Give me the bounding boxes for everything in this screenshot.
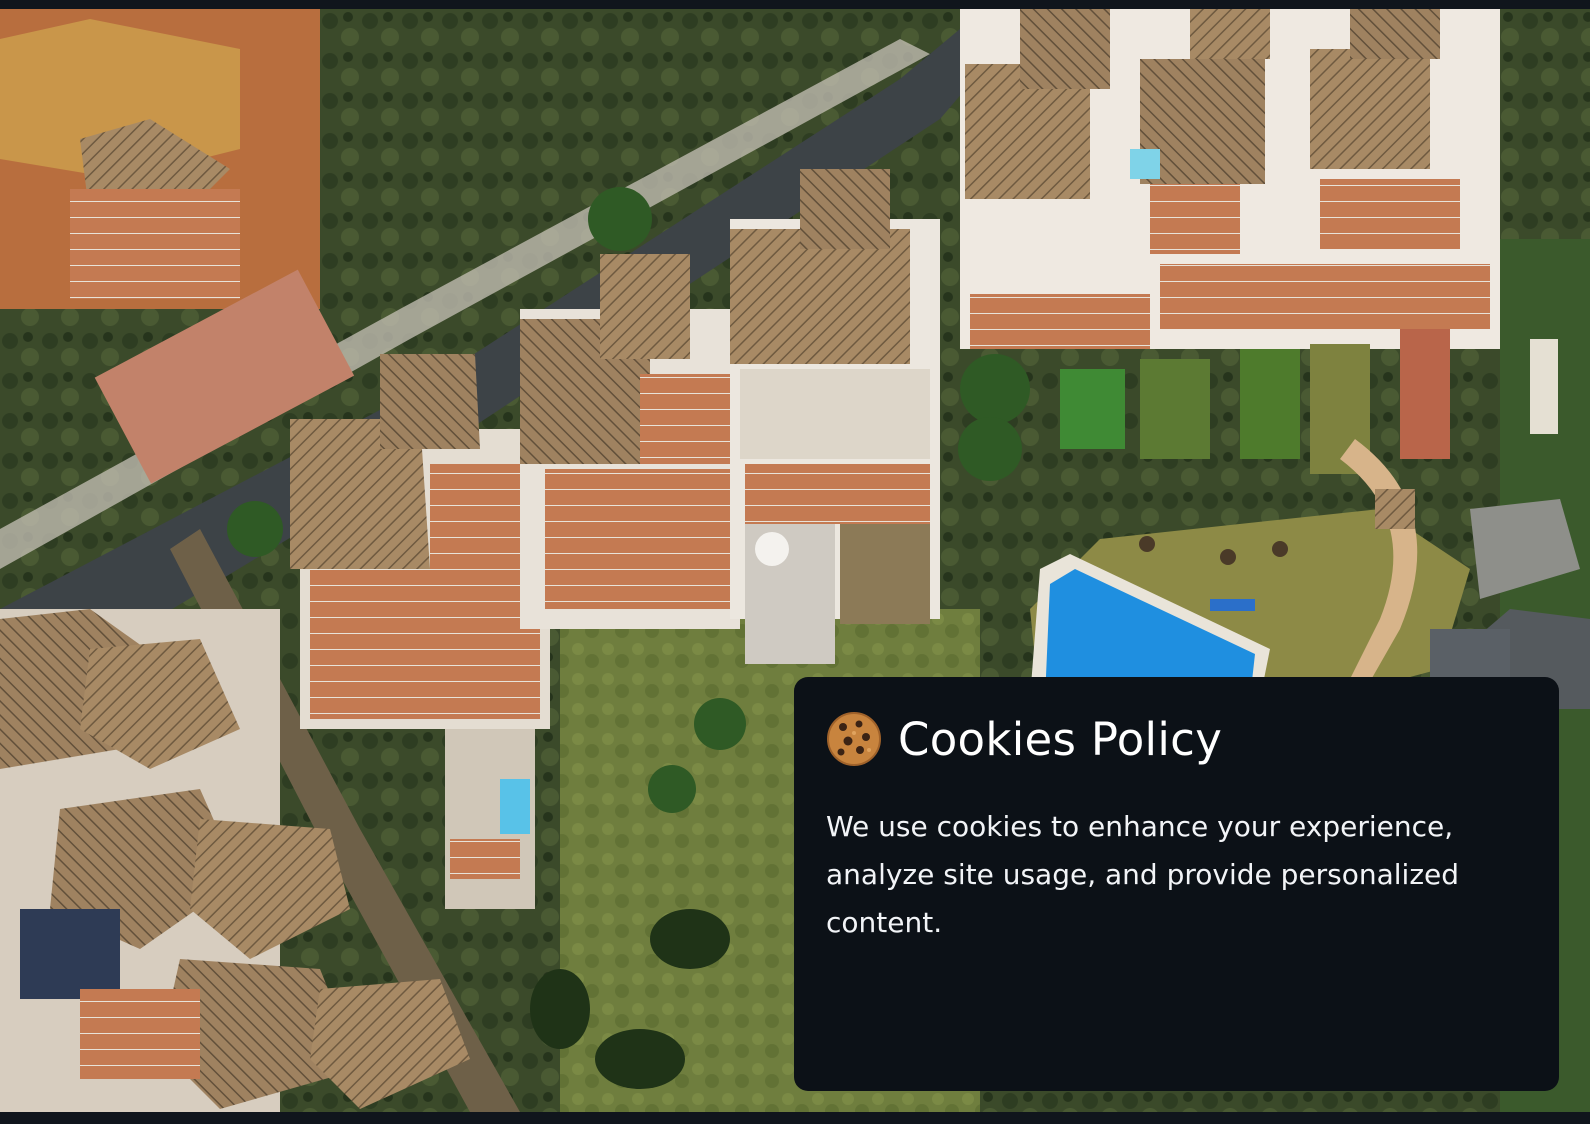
cookie-icon <box>827 712 881 766</box>
cookie-banner-title: Cookies Policy <box>898 712 1223 766</box>
cookie-banner-header: Cookies Policy <box>826 707 1527 771</box>
cookie-banner-message: We use cookies to enhance your experienc… <box>826 810 1460 939</box>
top-bar <box>0 0 1590 9</box>
bottom-bar <box>0 1112 1590 1124</box>
cookie-banner: Cookies Policy We use cookies to enhance… <box>794 677 1559 1091</box>
